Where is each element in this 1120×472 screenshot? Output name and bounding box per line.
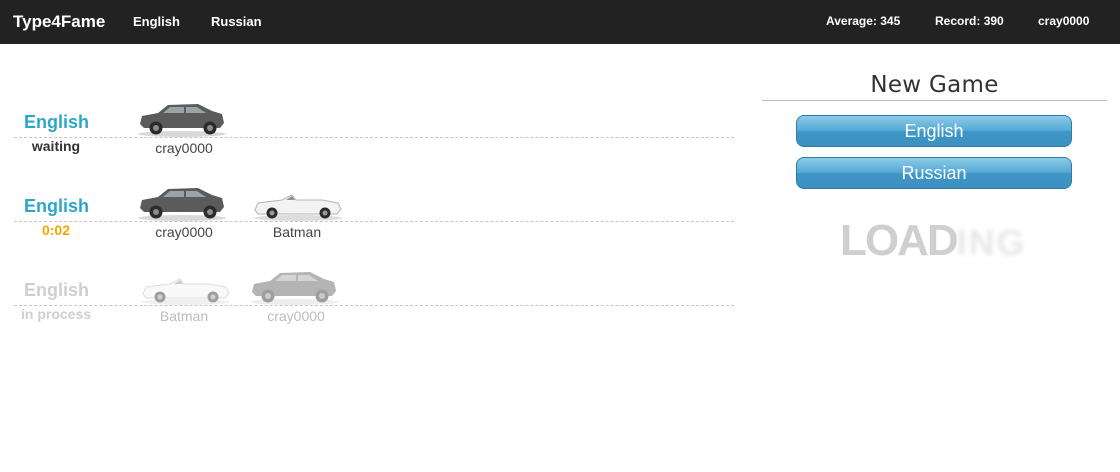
new-game-panel: New Game English Russian — [762, 72, 1107, 189]
car-suv-icon — [248, 268, 340, 308]
race-divider — [14, 305, 734, 306]
race-timer: 0:02 — [41, 222, 71, 238]
loading-text-faded: ING — [956, 222, 1027, 263]
loading-text: LOAD — [840, 216, 959, 265]
car-suv-icon — [136, 184, 228, 224]
race-language: English — [24, 280, 90, 300]
new-game-russian-button[interactable]: Russian — [796, 157, 1072, 189]
race-divider — [14, 137, 734, 138]
average-stat: Average: 345 — [826, 14, 900, 28]
record-stat: Record: 390 — [935, 14, 1004, 28]
race-status: waiting — [31, 138, 81, 154]
top-navbar: Type4Fame English Russian Average: 345 R… — [0, 0, 1120, 44]
player-name: cray0000 — [155, 140, 213, 156]
race-language: English — [24, 196, 90, 216]
new-game-title: New Game — [762, 72, 1107, 101]
brand-logo-link[interactable]: Type4Fame — [13, 12, 105, 32]
record-label: Record: — [935, 14, 984, 28]
record-value: 390 — [983, 14, 1004, 28]
user-profile-link[interactable]: cray0000 — [1038, 14, 1089, 28]
nav-link-russian[interactable]: Russian — [211, 14, 262, 29]
player-name: Batman — [272, 224, 322, 240]
player-name: cray0000 — [267, 308, 325, 324]
new-game-english-button[interactable]: English — [796, 115, 1072, 147]
race-row[interactable]: English waiting cray0000 — [14, 84, 734, 156]
race-row[interactable]: English in process Batman cray0000 — [14, 252, 734, 324]
loading-indicator: LOADING — [840, 216, 1027, 266]
race-language: English — [24, 112, 90, 132]
average-label: Average: — [826, 14, 881, 28]
race-status: in process — [20, 306, 92, 322]
race-divider — [14, 221, 734, 222]
race-row[interactable]: English 0:02 cray0000 Batman — [14, 168, 734, 240]
average-value: 345 — [880, 14, 901, 28]
player-name: cray0000 — [155, 224, 213, 240]
player-name: Batman — [159, 308, 209, 324]
nav-link-english[interactable]: English — [133, 14, 180, 29]
car-suv-icon — [136, 100, 228, 140]
